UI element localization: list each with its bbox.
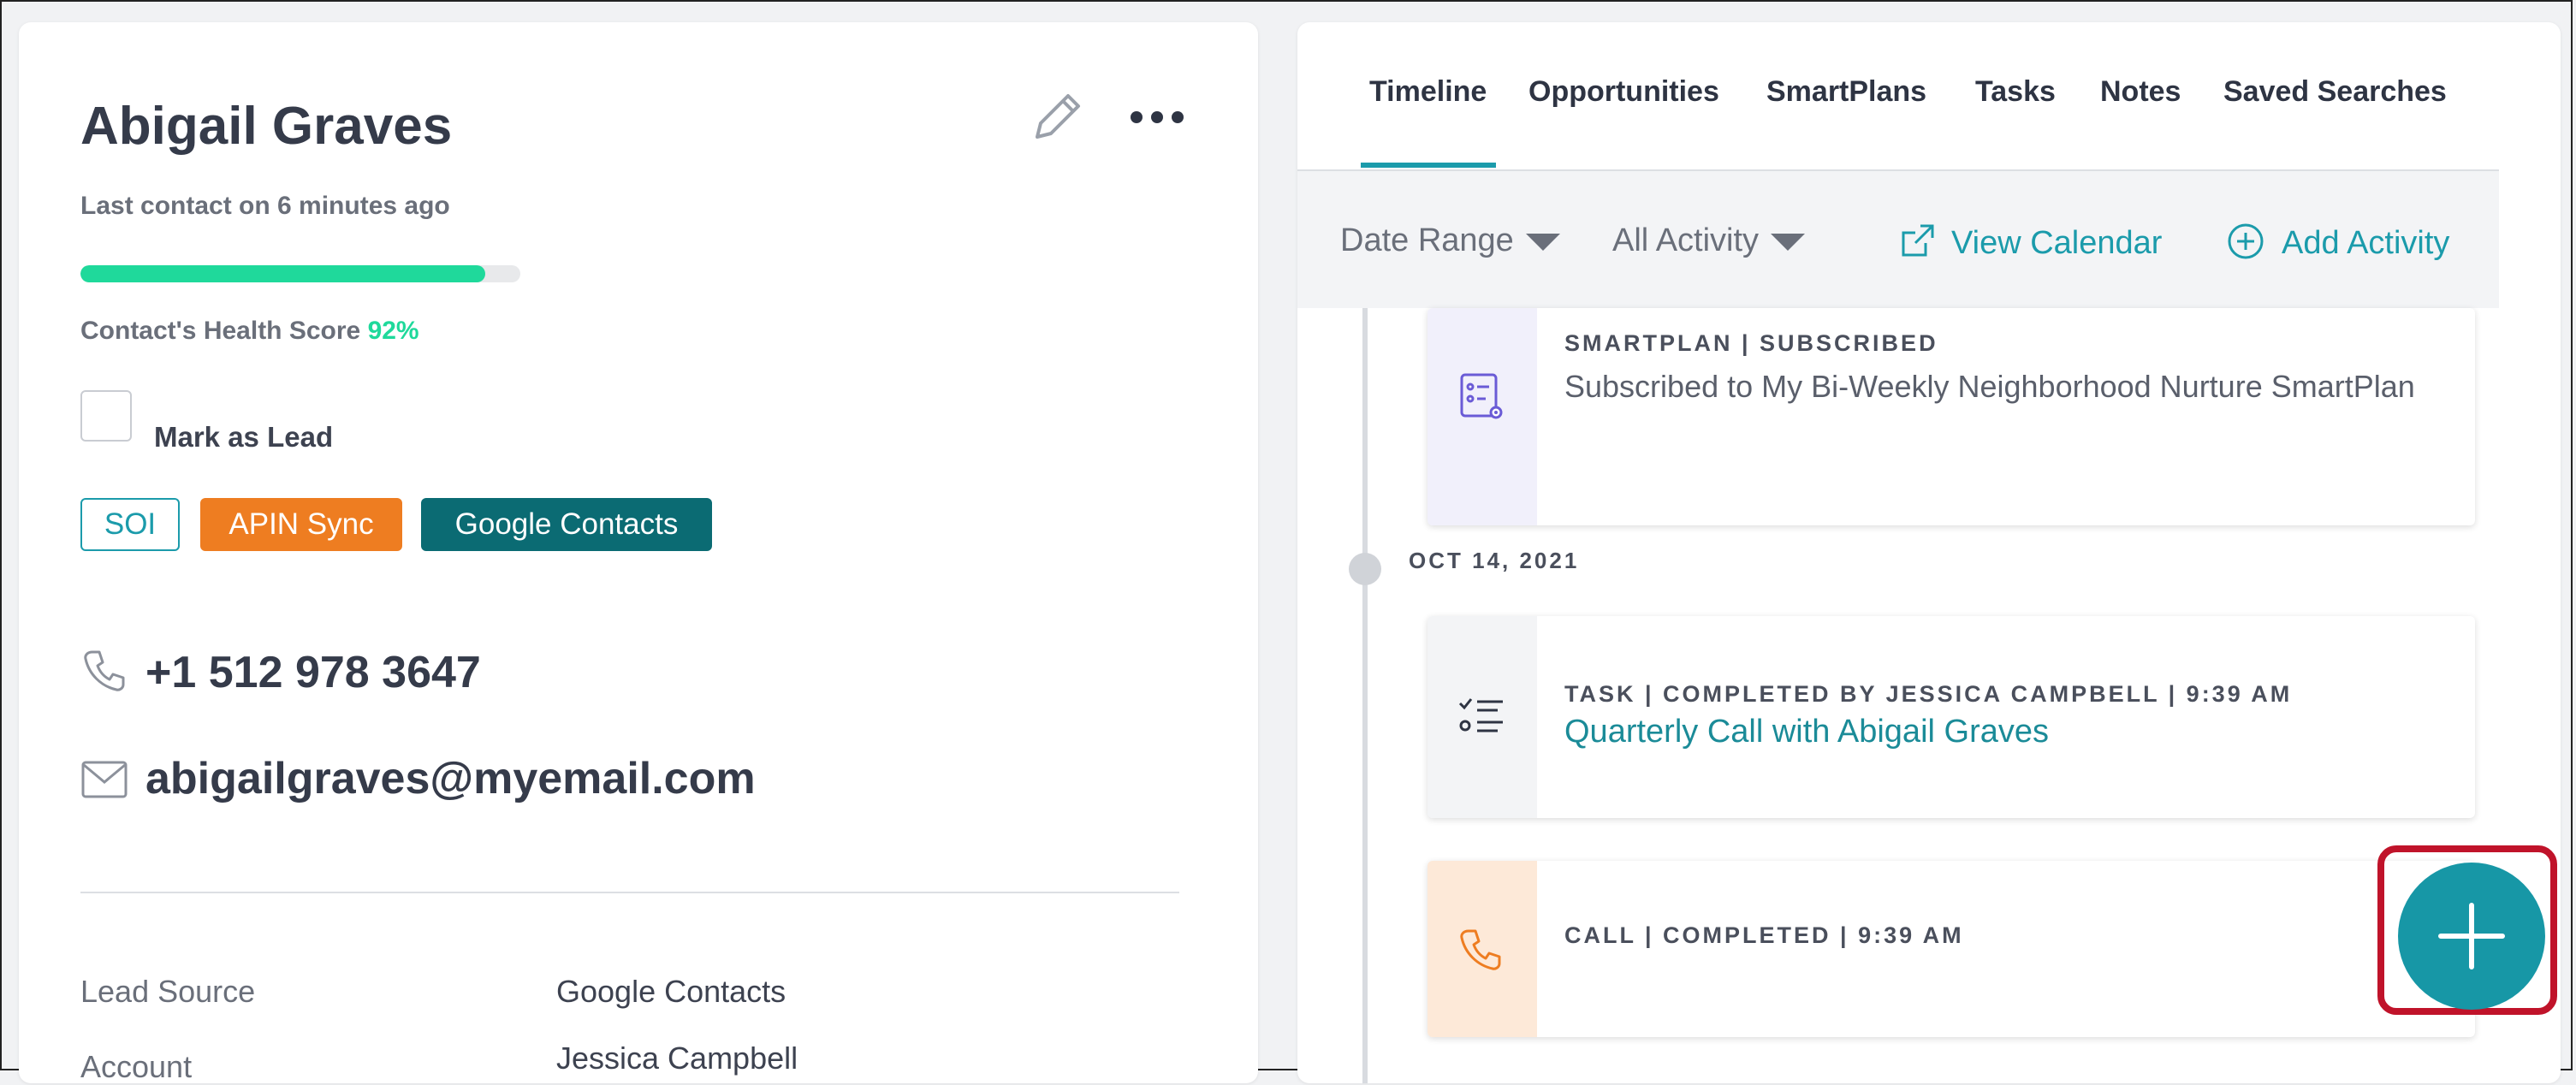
date-range-dropdown[interactable]: Date Range — [1340, 222, 1560, 259]
field-value-account: Jessica Campbell — [556, 1041, 798, 1076]
activity-filter-dropdown[interactable]: All Activity — [1612, 222, 1806, 259]
email-address[interactable]: abigailgraves@myemail.com — [145, 753, 756, 804]
chevron-down-icon — [1771, 233, 1806, 251]
entry-kicker: CALL | COMPLETED | 9:39 AM — [1564, 922, 1964, 948]
tab-opportunities[interactable]: Opportunities — [1528, 75, 1719, 109]
screen-frame: Abigail Graves Last contact on 6 minutes… — [0, 0, 2573, 1084]
add-activity-label: Add Activity — [2282, 225, 2450, 261]
timeline-date-dot — [1349, 553, 1381, 585]
timeline-entry-call[interactable]: CALL | COMPLETED | 9:39 AM — [1427, 861, 2475, 1037]
entry-kicker: SMARTPLAN | SUBSCRIBED — [1564, 330, 1938, 356]
activity-filter-label: All Activity — [1612, 222, 1760, 258]
smartplan-icon — [1457, 371, 1508, 423]
mark-as-lead-checkbox[interactable] — [80, 390, 132, 442]
contact-name: Abigail Graves — [80, 97, 453, 156]
chevron-down-icon — [1525, 233, 1560, 251]
add-activity-link[interactable]: Add Activity — [2227, 222, 2449, 262]
timeline-entry-smartplan[interactable]: SMARTPLAN | SUBSCRIBED Subscribed to My … — [1427, 308, 2475, 525]
date-range-label: Date Range — [1340, 222, 1514, 258]
add-fab-button[interactable] — [2398, 863, 2545, 1010]
timeline-line — [1362, 308, 1368, 1083]
tag-soi[interactable]: SOI — [80, 498, 180, 551]
plus-icon — [2438, 903, 2505, 969]
active-tab-indicator — [1361, 163, 1496, 168]
tab-tasks[interactable]: Tasks — [1975, 75, 2056, 109]
last-contact-text: Last contact on 6 minutes ago — [80, 192, 450, 220]
task-link[interactable]: Quarterly Call with Abigail Graves — [1564, 714, 2049, 750]
tag-apin-sync[interactable]: APIN Sync — [200, 498, 402, 551]
view-calendar-link[interactable]: View Calendar — [1900, 222, 2162, 262]
phone-icon — [80, 647, 128, 695]
field-value-lead-source: Google Contacts — [556, 974, 786, 1009]
tab-notes[interactable]: Notes — [2100, 75, 2181, 109]
mail-icon — [80, 760, 128, 799]
view-calendar-label: View Calendar — [1951, 225, 2163, 261]
health-score-fill — [80, 265, 485, 282]
phone-number[interactable]: +1 512 978 3647 — [145, 647, 481, 698]
task-list-icon — [1457, 691, 1508, 743]
mark-as-lead-label[interactable]: Mark as Lead — [154, 421, 333, 454]
health-score-text: Contact's Health Score — [80, 317, 361, 345]
field-label-account: Account — [80, 1049, 193, 1084]
health-score-value: 92% — [367, 317, 419, 345]
activity-panel: Timeline Opportunities SmartPlans Tasks … — [1297, 22, 2561, 1083]
more-options-icon[interactable] — [1123, 104, 1191, 130]
health-score-label: Contact's Health Score 92% — [80, 317, 419, 346]
entry-description: Subscribed to My Bi-Weekly Neighborhood … — [1564, 369, 2415, 404]
phone-icon — [1457, 924, 1508, 975]
tag-google-contacts[interactable]: Google Contacts — [421, 498, 712, 551]
field-label-lead-source: Lead Source — [80, 974, 256, 1009]
tab-timeline[interactable]: Timeline — [1369, 75, 1487, 109]
tab-saved-searches[interactable]: Saved Searches — [2223, 75, 2447, 109]
contact-card: Abigail Graves Last contact on 6 minutes… — [19, 22, 1258, 1084]
health-score-bar — [80, 265, 520, 282]
tab-bar: Timeline Opportunities SmartPlans Tasks … — [1297, 22, 2499, 171]
tab-smartplans[interactable]: SmartPlans — [1766, 75, 1926, 109]
plus-circle-icon — [2228, 223, 2264, 259]
pencil-edit-icon[interactable] — [1027, 87, 1087, 147]
external-link-icon — [1902, 224, 1934, 257]
entry-kicker: TASK | COMPLETED BY JESSICA CAMPBELL | 9… — [1564, 681, 2293, 707]
timeline-date: OCT 14, 2021 — [1409, 548, 1580, 573]
section-divider — [80, 892, 1179, 893]
timeline-entry-task[interactable]: TASK | COMPLETED BY JESSICA CAMPBELL | 9… — [1427, 616, 2475, 818]
